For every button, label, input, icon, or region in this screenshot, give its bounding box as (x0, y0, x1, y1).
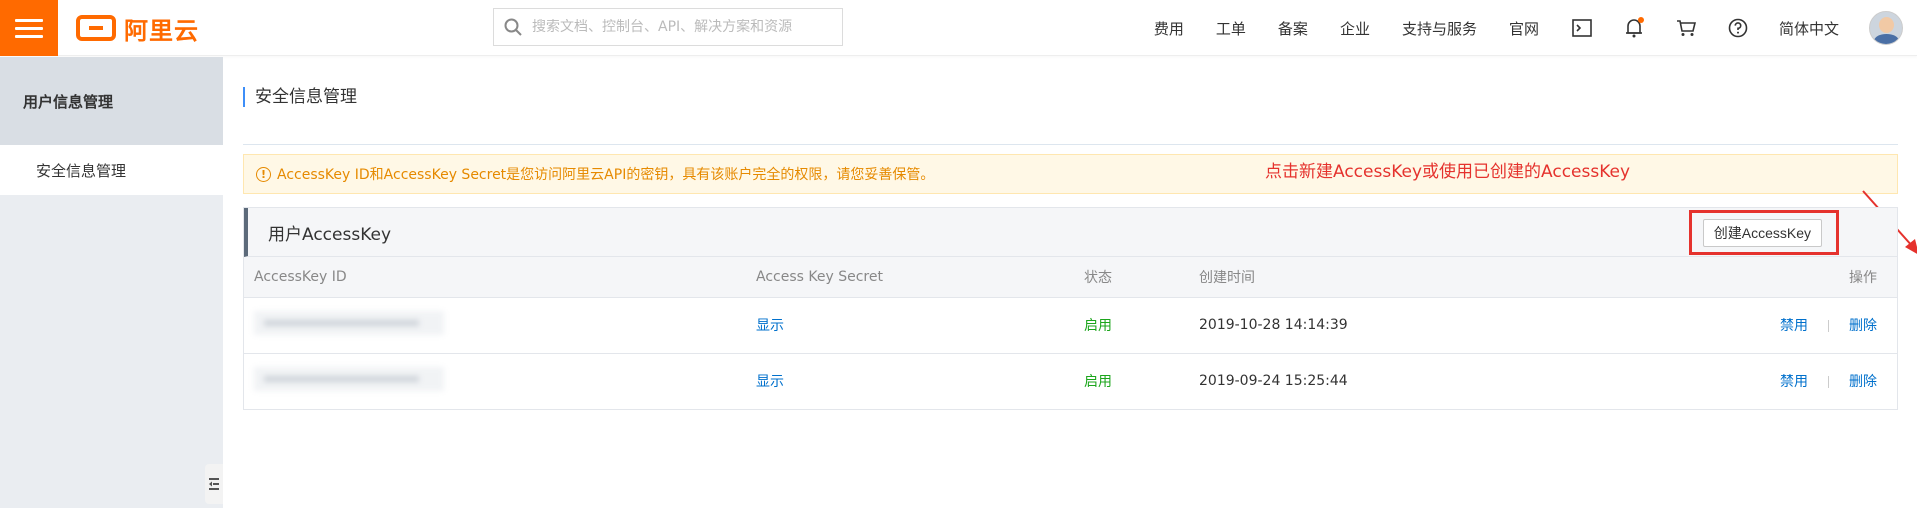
nav-support[interactable]: 支持与服务 (1402, 18, 1477, 39)
nav-fees[interactable]: 费用 (1154, 18, 1184, 39)
col-secret: Access Key Secret (756, 257, 1084, 298)
notification-dot (1637, 17, 1644, 23)
annotation-text: 点击新建AccessKey或使用已创建的AccessKey (1265, 162, 1631, 182)
page-title: 安全信息管理 (243, 87, 357, 107)
logo-mark-icon (76, 15, 116, 41)
nav-tickets[interactable]: 工单 (1216, 18, 1246, 39)
security-alert: ! AccessKey ID和AccessKey Secret是您访问阿里云AP… (243, 154, 1898, 194)
created-time: 2019-09-24 15:25:44 (1199, 373, 1348, 390)
col-created: 创建时间 (1199, 257, 1599, 298)
status-badge: 启用 (1084, 318, 1112, 334)
sidebar: 用户信息管理 安全信息管理 (0, 57, 223, 508)
create-accesskey-button[interactable]: 创建AccessKey (1702, 219, 1822, 247)
col-actions: 操作 (1599, 257, 1897, 298)
accesskey-panel: 用户AccessKey 创建AccessKey AccessKey ID Acc… (243, 207, 1898, 410)
panel-header: 用户AccessKey 创建AccessKey (244, 208, 1897, 257)
bell-icon[interactable] (1623, 17, 1645, 39)
help-icon[interactable] (1727, 17, 1749, 39)
search-icon (504, 18, 522, 36)
accesskey-id-redacted (254, 311, 444, 335)
accesskey-table: AccessKey ID Access Key Secret 状态 创建时间 操… (244, 257, 1897, 409)
status-badge: 启用 (1084, 374, 1112, 391)
nav-icp[interactable]: 备案 (1278, 18, 1308, 39)
nav-website[interactable]: 官网 (1509, 18, 1539, 39)
title-divider (243, 144, 1898, 145)
collapse-icon[interactable] (205, 464, 223, 504)
table-header-row: AccessKey ID Access Key Secret 状态 创建时间 操… (244, 257, 1897, 298)
warning-icon: ! (256, 166, 271, 182)
created-time: 2019-10-28 14:14:39 (1199, 317, 1348, 333)
nav-enterprise[interactable]: 企业 (1340, 18, 1370, 39)
action-separator (1828, 320, 1829, 332)
logo[interactable]: 阿里云 (76, 12, 199, 45)
show-secret-link[interactable]: 显示 (756, 374, 784, 390)
alert-text: AccessKey ID和AccessKey Secret是您访问阿里云API的… (277, 167, 935, 183)
top-nav: 费用 工单 备案 企业 支持与服务 官网 简体中文 (1154, 0, 1917, 56)
delete-link[interactable]: 删除 (1849, 318, 1877, 334)
logo-text: 阿里云 (124, 16, 199, 45)
sidebar-title: 用户信息管理 (0, 57, 223, 145)
show-secret-link[interactable]: 显示 (756, 318, 784, 334)
search-input[interactable] (532, 19, 822, 35)
table-row: 显示 启用 2019-09-24 15:25:44 禁用 删除 (244, 353, 1897, 409)
language-switch[interactable]: 简体中文 (1779, 18, 1839, 39)
disable-link[interactable]: 禁用 (1780, 318, 1808, 334)
terminal-icon[interactable] (1571, 17, 1593, 39)
top-bar: 阿里云 费用 工单 备案 企业 支持与服务 官网 简体中文 (0, 0, 1917, 56)
accesskey-id-redacted (254, 367, 444, 392)
action-separator (1828, 376, 1829, 389)
delete-link[interactable]: 删除 (1849, 374, 1877, 390)
disable-link[interactable]: 禁用 (1780, 374, 1808, 390)
col-status: 状态 (1084, 257, 1199, 298)
menu-icon[interactable] (0, 0, 58, 56)
sidebar-item-security-info[interactable]: 安全信息管理 (0, 145, 223, 195)
panel-title: 用户AccessKey (268, 224, 392, 245)
table-row: 显示 启用 2019-10-28 14:14:39 禁用 删除 (244, 297, 1897, 354)
cart-icon[interactable] (1675, 17, 1697, 39)
avatar[interactable] (1869, 11, 1903, 45)
col-accesskey-id: AccessKey ID (244, 257, 756, 298)
search-box[interactable] (493, 8, 843, 46)
